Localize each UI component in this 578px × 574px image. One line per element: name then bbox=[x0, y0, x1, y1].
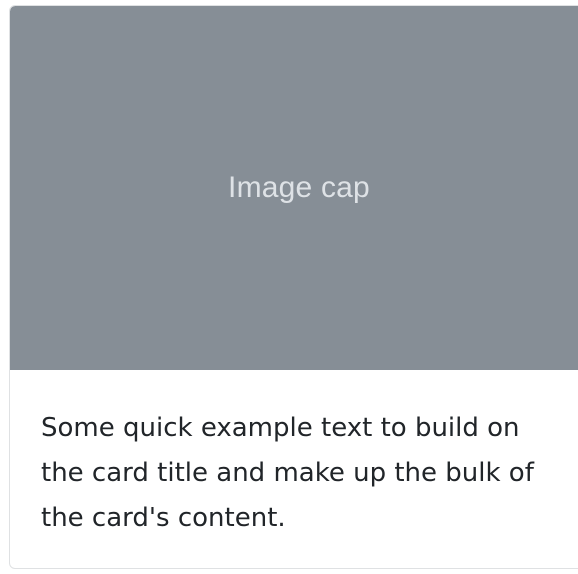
card-image-placeholder: Image cap bbox=[10, 6, 578, 370]
card-text: Some quick example text to build on the … bbox=[41, 413, 534, 533]
card-body: Some quick example text to build on the … bbox=[10, 370, 551, 541]
image-cap-label: Image cap bbox=[228, 171, 370, 204]
card: Image cap Some quick example text to bui… bbox=[9, 5, 578, 569]
